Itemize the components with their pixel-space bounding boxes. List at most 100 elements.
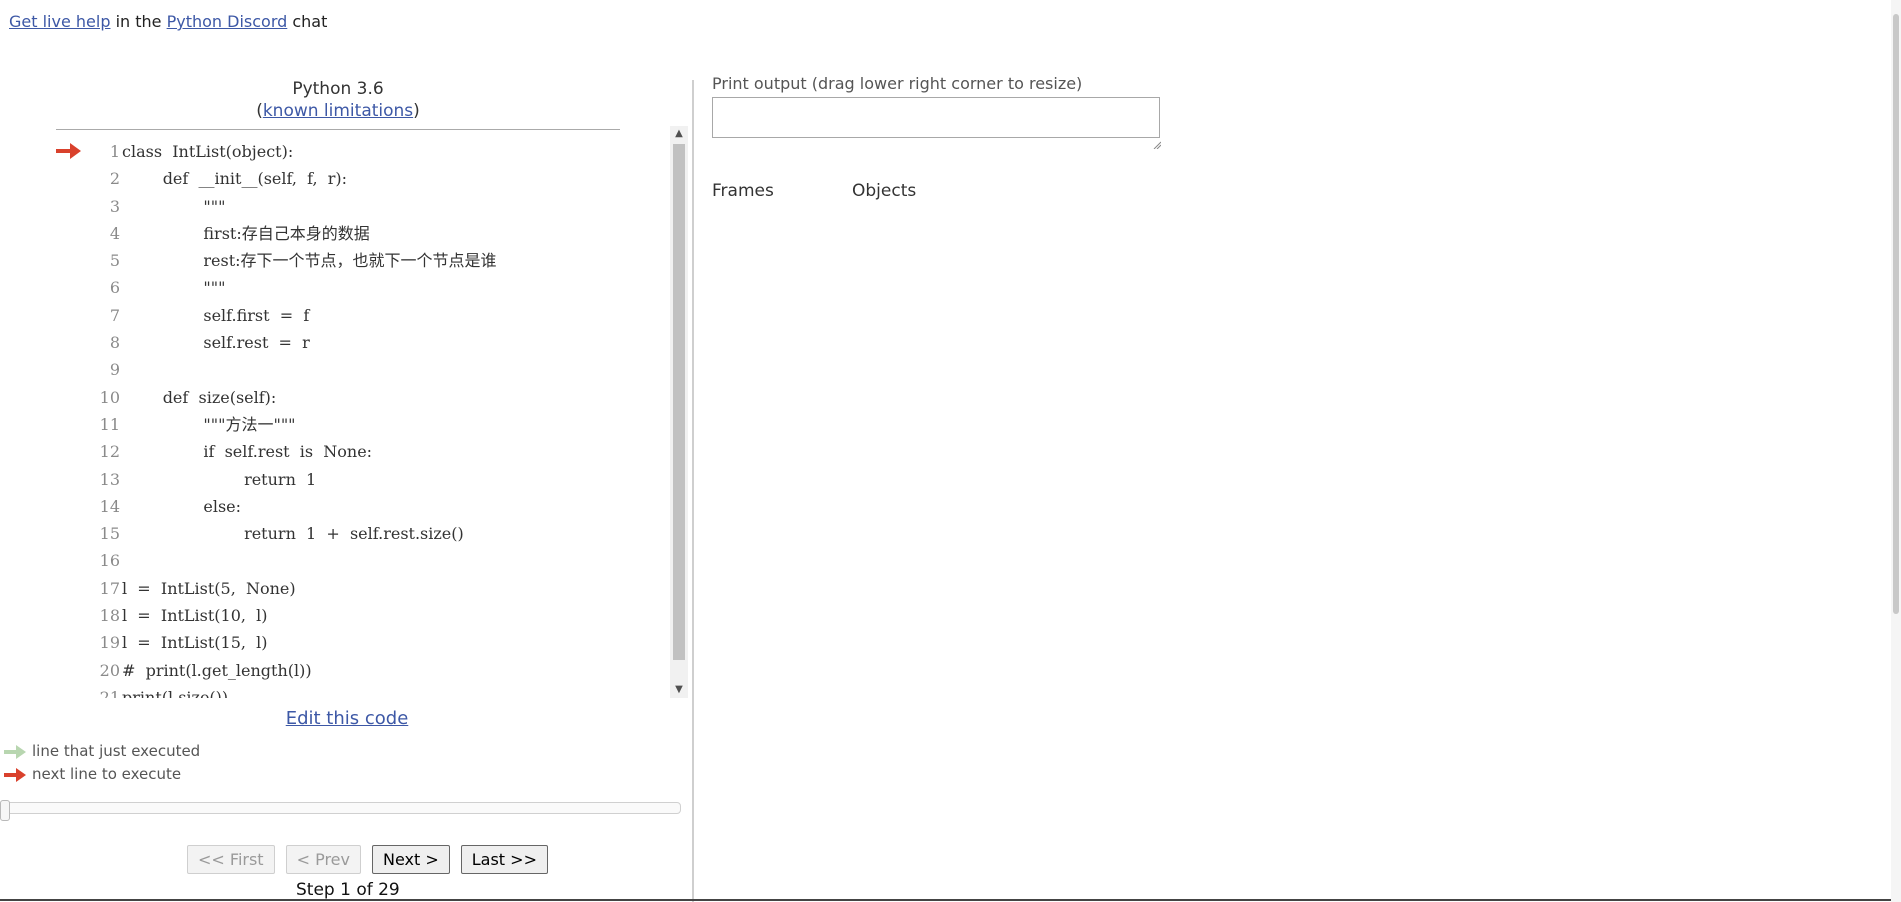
scroll-up-arrow-icon[interactable]: ▲ — [670, 126, 688, 142]
paren-open: ( — [256, 101, 263, 121]
line-number: 2 — [109, 169, 120, 189]
line-code-text: self.first = f — [122, 305, 310, 325]
code-line: 2 def __init__(self, f, r): — [56, 165, 668, 192]
current-line-arrow-icon — [56, 143, 81, 159]
line-number: 18 — [99, 606, 120, 626]
arrow-legend: line that just executed next line to exe… — [4, 740, 200, 786]
line-number: 6 — [109, 278, 120, 298]
legend-executed-label: line that just executed — [32, 742, 201, 760]
code-line: 19 l = IntList(15, l) — [56, 629, 668, 656]
line-code-text: # print(l.get_length(l)) — [122, 660, 312, 680]
code-line: 20 # print(l.get_length(l)) — [56, 657, 668, 684]
line-number: 20 — [99, 660, 120, 680]
line-code-text: """方法一""" — [122, 414, 296, 434]
navigation-buttons: << First < Prev Next > Last >> — [187, 845, 548, 874]
code-display[interactable]: 1 class IntList(object): 2 def __init__(se… — [56, 134, 688, 698]
legend-next-label: next line to execute — [32, 765, 182, 783]
slider-track[interactable] — [2, 802, 681, 814]
line-code-text: l = IntList(5, None) — [122, 578, 296, 598]
code-line: 5 rest:存下一个节点，也就下一个节点是谁 — [56, 247, 668, 274]
code-line: 10 def size(self): — [56, 384, 668, 411]
edit-code-container: Edit this code — [56, 708, 638, 729]
line-code-text: """ — [122, 278, 226, 298]
code-line: 15 return 1 + self.rest.size() — [56, 520, 668, 547]
pane-divider[interactable] — [692, 80, 694, 902]
step-counter: Step 1 of 29 — [296, 880, 400, 900]
code-line: 6 """ — [56, 274, 668, 301]
bottom-border — [0, 899, 1891, 901]
code-divider — [56, 129, 620, 130]
code-line: 18 l = IntList(10, l) — [56, 602, 668, 629]
line-code-text: else: — [122, 496, 242, 516]
scroll-down-arrow-icon[interactable]: ▼ — [670, 682, 688, 698]
resize-handle-icon[interactable] — [1153, 141, 1161, 149]
line-code-text: if self.rest is None: — [122, 442, 373, 462]
next-button[interactable]: Next > — [371, 845, 450, 874]
line-code-text: self.rest = r — [122, 333, 310, 353]
code-line: 13 return 1 — [56, 466, 668, 493]
last-button[interactable]: Last >> — [460, 845, 548, 874]
executed-arrow-icon — [4, 744, 26, 759]
scroll-thumb[interactable] — [673, 144, 685, 660]
limitations-line: (known limitations) — [56, 100, 620, 122]
code-line: 14 else: — [56, 493, 668, 520]
line-number: 5 — [109, 251, 120, 271]
code-line: 16 — [56, 547, 668, 574]
line-number: 13 — [99, 469, 120, 489]
code-line: 11 """方法一""" — [56, 411, 668, 438]
line-code-text: return 1 + self.rest.size() — [122, 524, 464, 544]
print-output-box[interactable] — [712, 97, 1160, 138]
code-line: 3 """ — [56, 193, 668, 220]
line-code-text: def size(self): — [122, 387, 277, 407]
known-limitations-link[interactable]: known limitations — [263, 101, 413, 121]
code-line: 17 l = IntList(5, None) — [56, 575, 668, 602]
slider-handle[interactable] — [0, 800, 10, 821]
edit-code-link[interactable]: Edit this code — [286, 708, 409, 729]
code-scrollbar[interactable]: ▲ ▼ — [670, 126, 688, 698]
line-number: 1 — [109, 142, 120, 161]
code-line: 7 self.first = f — [56, 302, 668, 329]
line-number: 12 — [99, 442, 120, 462]
line-code-text: first:存自己本身的数据 — [122, 223, 370, 243]
code-line: 1 class IntList(object): — [56, 138, 668, 165]
print-output-label: Print output (drag lower right corner to… — [712, 74, 1083, 93]
line-number: 8 — [109, 333, 120, 353]
page-scrollbar[interactable] — [1891, 0, 1901, 902]
line-number: 21 — [99, 687, 120, 698]
line-code-text: return 1 — [122, 469, 317, 489]
language-header: Python 3.6 (known limitations) — [56, 78, 620, 122]
code-pane: Python 3.6 (known limitations) 1 class In… — [0, 0, 693, 902]
line-number: 14 — [99, 496, 120, 516]
line-number: 7 — [109, 305, 120, 325]
code-lines: 1 class IntList(object): 2 def __init__(se… — [56, 138, 668, 698]
frames-header: Frames — [712, 181, 774, 201]
line-code-text: l = IntList(10, l) — [122, 606, 268, 626]
line-number: 9 — [109, 360, 120, 380]
line-code-text: class IntList(object): — [122, 142, 294, 161]
line-code-text: """ — [122, 196, 226, 216]
line-number: 17 — [99, 578, 120, 598]
legend-executed: line that just executed — [4, 740, 200, 763]
code-line: 9 — [56, 356, 668, 383]
legend-next: next line to execute — [4, 763, 200, 786]
line-code-text: print(l.size()) — [122, 687, 229, 698]
line-number: 3 — [109, 196, 120, 216]
paren-close: ) — [413, 101, 420, 121]
line-number: 16 — [99, 551, 120, 571]
execution-slider[interactable] — [0, 800, 681, 821]
line-code-text: rest:存下一个节点，也就下一个节点是谁 — [122, 251, 497, 271]
language-name: Python 3.6 — [292, 79, 384, 99]
next-arrow-icon — [4, 767, 26, 782]
code-line: 8 self.rest = r — [56, 329, 668, 356]
code-line: 4 first:存自己本身的数据 — [56, 220, 668, 247]
line-number: 4 — [109, 223, 120, 243]
line-number: 11 — [99, 414, 120, 434]
first-button[interactable]: << First — [187, 845, 275, 874]
line-code-text: def __init__(self, f, r): — [122, 169, 347, 189]
page-scroll-thumb[interactable] — [1893, 14, 1899, 614]
code-line: 21 print(l.size()) — [56, 684, 668, 698]
prev-button[interactable]: < Prev — [285, 845, 361, 874]
line-number: 10 — [99, 387, 120, 407]
objects-header: Objects — [852, 181, 917, 201]
line-number: 19 — [99, 633, 120, 653]
